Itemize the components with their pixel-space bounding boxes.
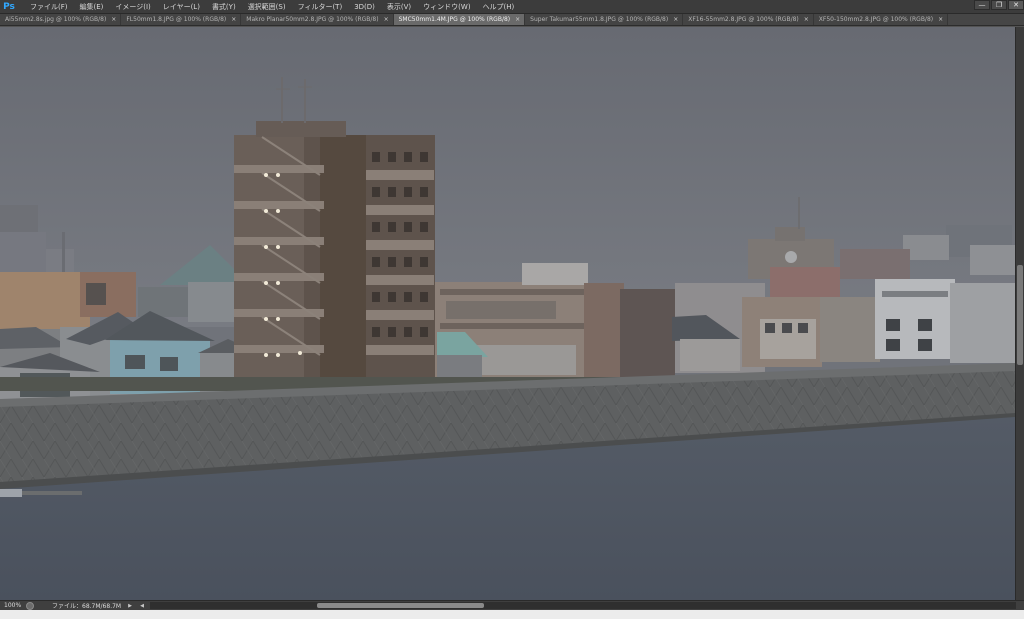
tab-close-icon[interactable]: × <box>804 16 809 23</box>
vertical-scrollbar[interactable] <box>1015 27 1024 600</box>
tab-xf16-55mm[interactable]: XF16-55mm2.8.JPG @ 100% (RGB/8) × <box>683 14 814 25</box>
close-icon[interactable]: ✕ <box>1008 0 1024 10</box>
menu-3d[interactable]: 3D(D) <box>348 0 381 14</box>
menu-select[interactable]: 選択範囲(S) <box>242 0 292 14</box>
menu-edit[interactable]: 編集(E) <box>74 0 110 14</box>
tab-smc50mm-active[interactable]: SMC50mm1.4M.JPG @ 100% (RGB/8) × <box>393 14 526 25</box>
tab-close-icon[interactable]: × <box>938 16 943 23</box>
document-tab-bar: Ai55mm2.8s.jpg @ 100% (RGB/8) × FL50mm1.… <box>0 14 1024 26</box>
menu-filter[interactable]: フィルター(T) <box>292 0 349 14</box>
menu-bar: Ps ファイル(F) 編集(E) イメージ(I) レイヤー(L) 書式(Y) 選… <box>0 0 1024 14</box>
tab-label: Ai55mm2.8s.jpg @ 100% (RGB/8) <box>5 16 107 23</box>
tab-label: XF16-55mm2.8.JPG @ 100% (RGB/8) <box>688 16 799 23</box>
tab-ai55mm[interactable]: Ai55mm2.8s.jpg @ 100% (RGB/8) × <box>0 14 122 25</box>
menu-layer[interactable]: レイヤー(L) <box>157 0 206 14</box>
menu-window[interactable]: ウィンドウ(W) <box>417 0 476 14</box>
horizontal-scrollbar[interactable] <box>150 602 1016 609</box>
tab-close-icon[interactable]: × <box>111 16 116 23</box>
tab-makro-planar[interactable]: Makro Planar50mm2.8.JPG @ 100% (RGB/8) × <box>241 14 394 25</box>
status-menu-arrow-icon[interactable]: ▶ <box>124 603 136 609</box>
menu-type[interactable]: 書式(Y) <box>206 0 242 14</box>
menu-image[interactable]: イメージ(I) <box>109 0 156 14</box>
status-bar: 100% ファイル：68.7M/68.7M ▶ ◀ <box>0 600 1024 610</box>
tab-xf50-150mm[interactable]: XF50-150mm2.8.JPG @ 100% (RGB/8) × <box>813 14 949 25</box>
tab-close-icon[interactable]: × <box>384 16 389 23</box>
tab-label: Makro Planar50mm2.8.JPG @ 100% (RGB/8) <box>246 16 379 23</box>
file-size-info: ファイル：68.7M/68.7M <box>52 603 122 610</box>
menu-help[interactable]: ヘルプ(H) <box>477 0 521 14</box>
menu-file[interactable]: ファイル(F) <box>24 0 74 14</box>
window-controls: — ❐ ✕ <box>973 0 1024 11</box>
tab-close-icon[interactable]: × <box>231 16 236 23</box>
taskbar-edge <box>0 610 1024 619</box>
tab-label: SMC50mm1.4M.JPG @ 100% (RGB/8) <box>398 16 511 23</box>
minimize-icon[interactable]: — <box>974 0 990 10</box>
restore-icon[interactable]: ❐ <box>991 0 1007 10</box>
document-canvas[interactable] <box>0 27 1015 600</box>
tab-fl50mm[interactable]: FL50mm1.8.JPG @ 100% (RGB/8) × <box>121 14 242 25</box>
tab-super-takumar[interactable]: Super Takumar55mm1.8.JPG @ 100% (RGB/8) … <box>525 14 684 25</box>
horizontal-scroll-thumb[interactable] <box>317 603 484 608</box>
scroll-left-arrow-icon[interactable]: ◀ <box>136 603 148 609</box>
vertical-scroll-thumb[interactable] <box>1017 265 1023 365</box>
status-info-icon[interactable] <box>26 601 34 610</box>
tab-label: FL50mm1.8.JPG @ 100% (RGB/8) <box>126 16 227 23</box>
tab-close-icon[interactable]: × <box>673 16 678 23</box>
zoom-level[interactable]: 100% <box>0 602 24 609</box>
photoshop-logo-icon[interactable]: Ps <box>0 0 18 14</box>
tab-label: Super Takumar55mm1.8.JPG @ 100% (RGB/8) <box>530 16 669 23</box>
small-boat <box>0 489 22 497</box>
photo-riverside-buildings <box>0 27 1015 600</box>
menu-view[interactable]: 表示(V) <box>381 0 417 14</box>
tab-label: XF50-150mm2.8.JPG @ 100% (RGB/8) <box>818 16 934 23</box>
tab-close-icon[interactable]: × <box>515 16 520 23</box>
